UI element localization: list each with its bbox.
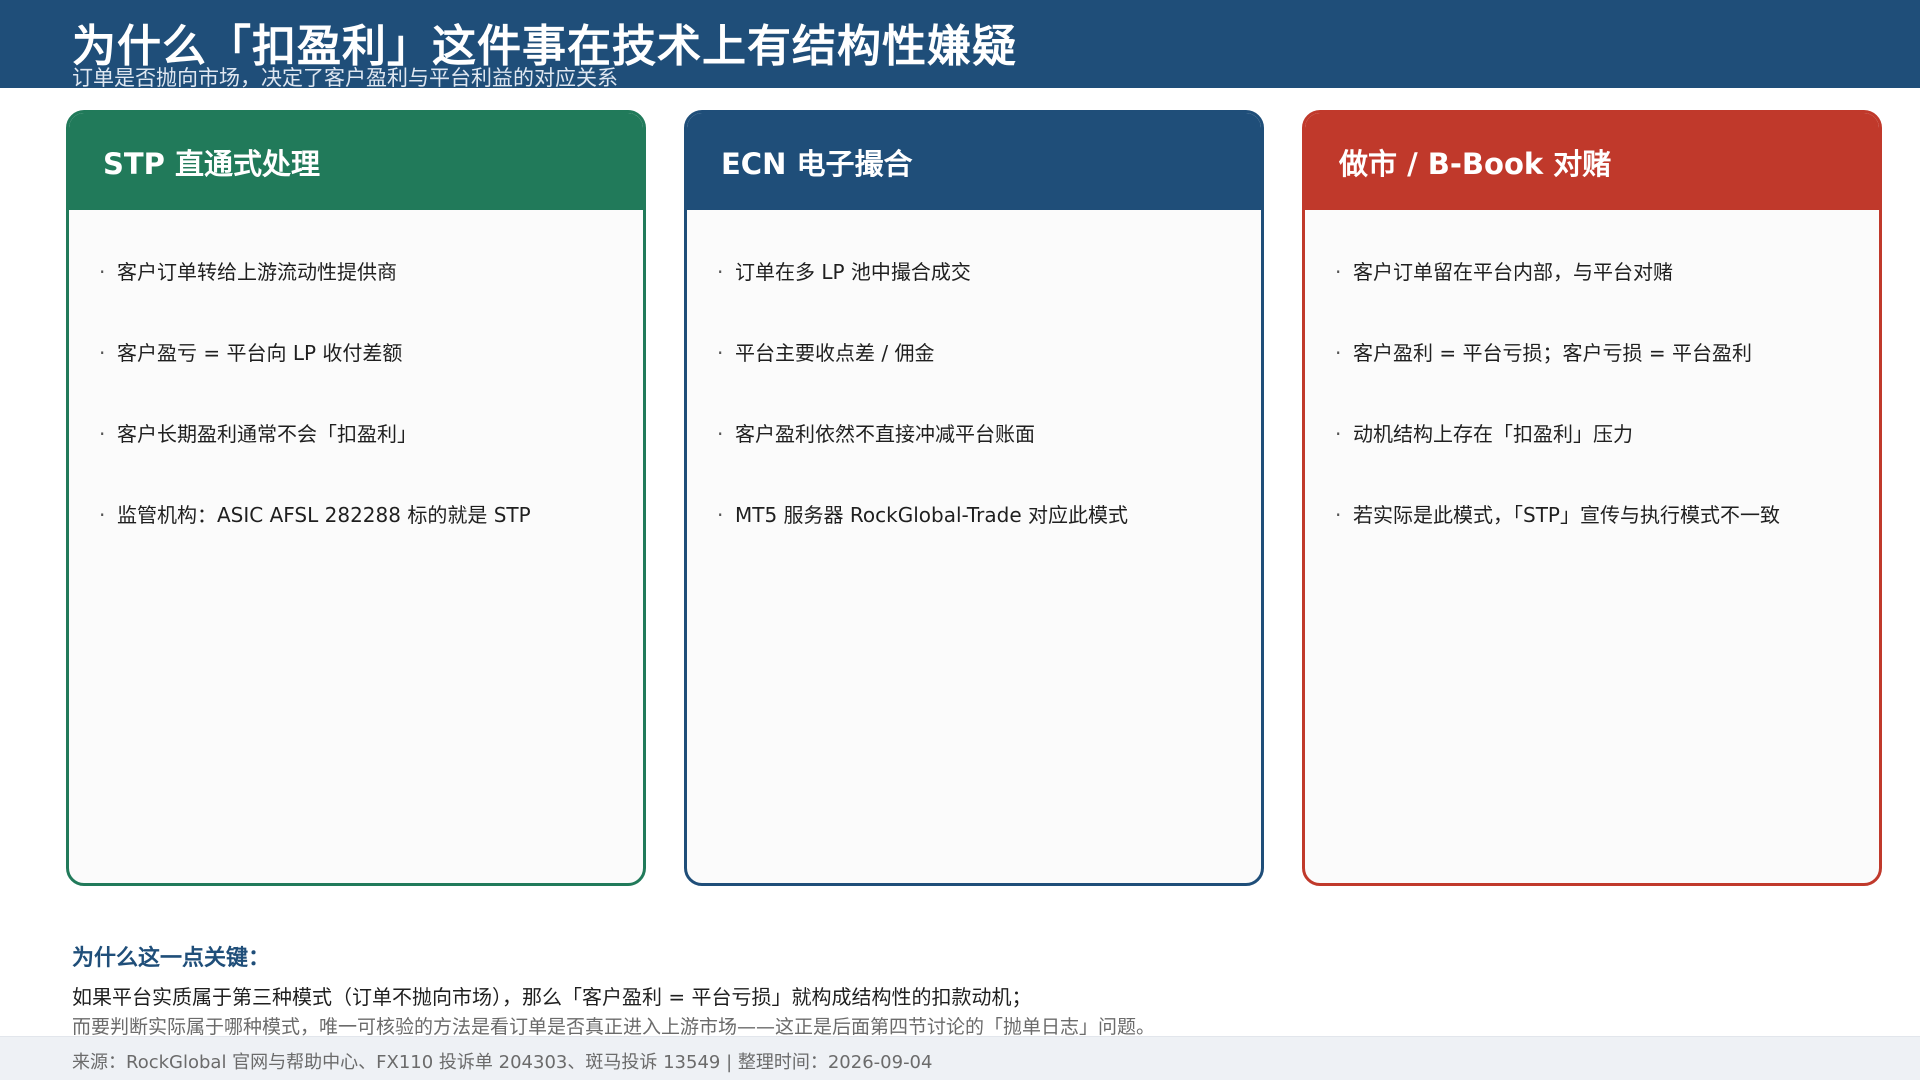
list-item-text: 动机结构上存在「扣盈利」压力: [1353, 422, 1633, 446]
bullet: ·: [1335, 341, 1342, 365]
list-item-text: 客户订单转给上游流动性提供商: [117, 260, 397, 284]
list-item: · 客户长期盈利通常不会「扣盈利」: [99, 420, 623, 501]
key-note-line-2: 而要判断实际属于哪种模式，唯一可核验的方法是看订单是否真正进入上游市场——这正是…: [72, 1016, 1156, 1038]
list-item: · 客户订单转给上游流动性提供商: [99, 258, 623, 339]
bullet: ·: [717, 341, 724, 365]
list-item: · 客户盈亏 = 平台向 LP 收付差额: [99, 339, 623, 420]
bullet: ·: [99, 422, 106, 446]
model-cards: STP 直通式处理 · 客户订单转给上游流动性提供商 · 客户盈亏 = 平台向 …: [66, 110, 1882, 886]
list-item-text: 客户长期盈利通常不会「扣盈利」: [117, 422, 417, 446]
list-item-text: 平台主要收点差 / 佣金: [735, 341, 935, 365]
bullet: ·: [717, 422, 724, 446]
footer-source: 来源：RockGlobal 官网与帮助中心、FX110 投诉单 204303、斑…: [72, 1052, 933, 1073]
card-bbook-title: 做市 / B-Book 对赌: [1305, 113, 1879, 210]
card-stp-title: STP 直通式处理: [69, 113, 643, 210]
list-item: · 监管机构：ASIC AFSL 282288 标的就是 STP: [99, 501, 623, 582]
key-note-title: 为什么这一点关键：: [72, 946, 271, 971]
slide: 为什么「扣盈利」这件事在技术上有结构性嫌疑 订单是否抛向市场，决定了客户盈利与平…: [0, 0, 1920, 1080]
list-item: · 客户订单留在平台内部，与平台对赌: [1335, 258, 1859, 339]
bullet: ·: [99, 260, 106, 284]
bullet: ·: [1335, 422, 1342, 446]
list-item-text: 客户盈亏 = 平台向 LP 收付差额: [117, 341, 403, 365]
footer-bar: 来源：RockGlobal 官网与帮助中心、FX110 投诉单 204303、斑…: [0, 1036, 1920, 1080]
header-band: 为什么「扣盈利」这件事在技术上有结构性嫌疑 订单是否抛向市场，决定了客户盈利与平…: [0, 0, 1920, 90]
card-stp-body: · 客户订单转给上游流动性提供商 · 客户盈亏 = 平台向 LP 收付差额 · …: [69, 210, 643, 582]
card-ecn-title: ECN 电子撮合: [687, 113, 1261, 210]
bullet: ·: [1335, 503, 1342, 527]
list-item-text: 客户订单留在平台内部，与平台对赌: [1353, 260, 1673, 284]
list-item-text: 订单在多 LP 池中撮合成交: [735, 260, 971, 284]
bullet: ·: [99, 341, 106, 365]
list-item-text: 若实际是此模式，「STP」宣传与执行模式不一致: [1353, 503, 1780, 527]
list-item-text: 客户盈利依然不直接冲减平台账面: [735, 422, 1035, 446]
list-item-text: 监管机构：ASIC AFSL 282288 标的就是 STP: [117, 503, 531, 527]
bullet: ·: [99, 503, 106, 527]
list-item: · MT5 服务器 RockGlobal-Trade 对应此模式: [717, 501, 1241, 582]
list-item: · 平台主要收点差 / 佣金: [717, 339, 1241, 420]
list-item-text: 客户盈利 = 平台亏损；客户亏损 = 平台盈利: [1353, 341, 1752, 365]
card-ecn: ECN 电子撮合 · 订单在多 LP 池中撮合成交 · 平台主要收点差 / 佣金…: [684, 110, 1264, 886]
card-bbook-body: · 客户订单留在平台内部，与平台对赌 · 客户盈利 = 平台亏损；客户亏损 = …: [1305, 210, 1879, 582]
list-item: · 客户盈利依然不直接冲减平台账面: [717, 420, 1241, 501]
list-item: · 客户盈利 = 平台亏损；客户亏损 = 平台盈利: [1335, 339, 1859, 420]
list-item-text: MT5 服务器 RockGlobal-Trade 对应此模式: [735, 503, 1129, 527]
page-subtitle: 订单是否抛向市场，决定了客户盈利与平台利益的对应关系: [72, 66, 618, 90]
bullet: ·: [717, 260, 724, 284]
key-note-line-1: 如果平台实质属于第三种模式（订单不抛向市场），那么「客户盈利 = 平台亏损」就构…: [72, 985, 1032, 1009]
card-bbook: 做市 / B-Book 对赌 · 客户订单留在平台内部，与平台对赌 · 客户盈利…: [1302, 110, 1882, 886]
list-item: · 订单在多 LP 池中撮合成交: [717, 258, 1241, 339]
list-item: · 动机结构上存在「扣盈利」压力: [1335, 420, 1859, 501]
bullet: ·: [717, 503, 724, 527]
card-stp: STP 直通式处理 · 客户订单转给上游流动性提供商 · 客户盈亏 = 平台向 …: [66, 110, 646, 886]
card-ecn-body: · 订单在多 LP 池中撮合成交 · 平台主要收点差 / 佣金 · 客户盈利依然…: [687, 210, 1261, 582]
bullet: ·: [1335, 260, 1342, 284]
list-item: · 若实际是此模式，「STP」宣传与执行模式不一致: [1335, 501, 1859, 582]
